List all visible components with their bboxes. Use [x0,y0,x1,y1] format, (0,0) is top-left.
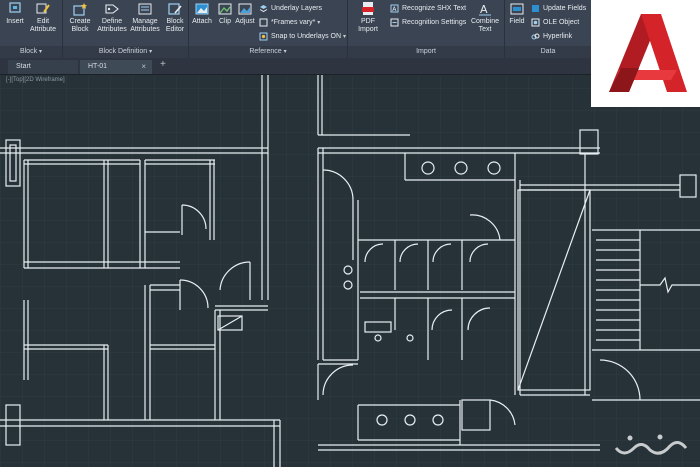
reference-panel-title[interactable]: Reference ▾ [189,46,347,58]
snap-to-underlays-dropdown[interactable]: Snap to Underlays ON ▾ [259,31,346,43]
insert-button[interactable]: Insert [0,2,30,26]
import-panel: PDF Import A Recognize SHX Text Recognit… [348,0,505,58]
pdf-import-button[interactable]: PDF Import [353,2,383,34]
pdf-icon [362,2,374,15]
block-panel-title[interactable]: Block ▾ [0,46,62,58]
update-fields-icon [532,4,539,12]
block-definition-panel-title[interactable]: Block Definition ▾ [63,46,188,58]
viewport-controls[interactable]: [-][Top][2D Wireframe] [6,77,65,83]
block-editor-icon [168,3,182,15]
layers-icon [259,4,268,12]
reference-panel: Attach Clip Adjust Underlay Layers *Fram… [189,0,348,58]
recognize-text-icon: A [390,4,399,13]
adjust-button[interactable]: Adjust [230,2,260,26]
combine-text-icon: A [479,3,491,16]
create-block-icon [73,3,87,16]
autocad-a-icon [609,14,687,92]
edit-attribute-button[interactable]: Edit Attribute [28,2,58,34]
autocad-logo [591,0,700,107]
ole-object-button[interactable]: OLE Object [531,17,579,29]
define-attributes-button[interactable]: Define Attributes [97,2,127,34]
manage-attributes-button[interactable]: Manage Attributes [130,2,160,34]
import-panel-title: Import [348,46,504,58]
drawing-canvas[interactable] [0,75,700,467]
snap-icon [259,32,268,41]
update-fields-button[interactable]: Update Fields [531,3,586,15]
combine-text-button[interactable]: A Combine Text [470,2,500,34]
create-block-button[interactable]: Create Block [65,2,95,34]
close-tab-icon[interactable]: × [141,60,146,74]
frames-vary-dropdown[interactable]: *Frames vary* ▾ [259,17,320,29]
tag-icon [105,4,119,14]
attach-icon [195,3,209,15]
hyperlink-icon [531,33,540,40]
recognize-shx-text-button[interactable]: A Recognize SHX Text [390,3,466,15]
ole-object-icon [531,18,540,27]
watermark-logo [614,434,688,455]
manage-attributes-icon [138,3,152,15]
new-tab-button[interactable]: + [160,59,166,70]
block-definition-panel: Create Block Define Attributes Manage At… [63,0,189,58]
block-editor-button[interactable]: Block Editor [160,2,190,34]
field-icon [510,3,524,15]
underlay-layers-button[interactable]: Underlay Layers [259,3,322,15]
tab-start[interactable]: Start [8,60,78,74]
insert-icon [9,2,21,13]
field-button[interactable]: Field [502,2,532,26]
data-panel-title: Data [505,46,591,58]
recognition-settings-button[interactable]: Recognition Settings [390,17,466,29]
edit-attribute-icon [36,3,50,14]
settings-icon [390,18,399,27]
data-panel: Field Update Fields OLE Object Hyperlink… [505,0,591,58]
svg-text:A: A [480,3,488,16]
hyperlink-button[interactable]: Hyperlink [531,31,572,43]
adjust-icon [238,3,252,15]
tab-ht-01[interactable]: HT-01 × [80,60,152,74]
frame-icon [259,18,268,27]
block-panel: Insert Edit Attribute Block ▾ [0,0,63,58]
